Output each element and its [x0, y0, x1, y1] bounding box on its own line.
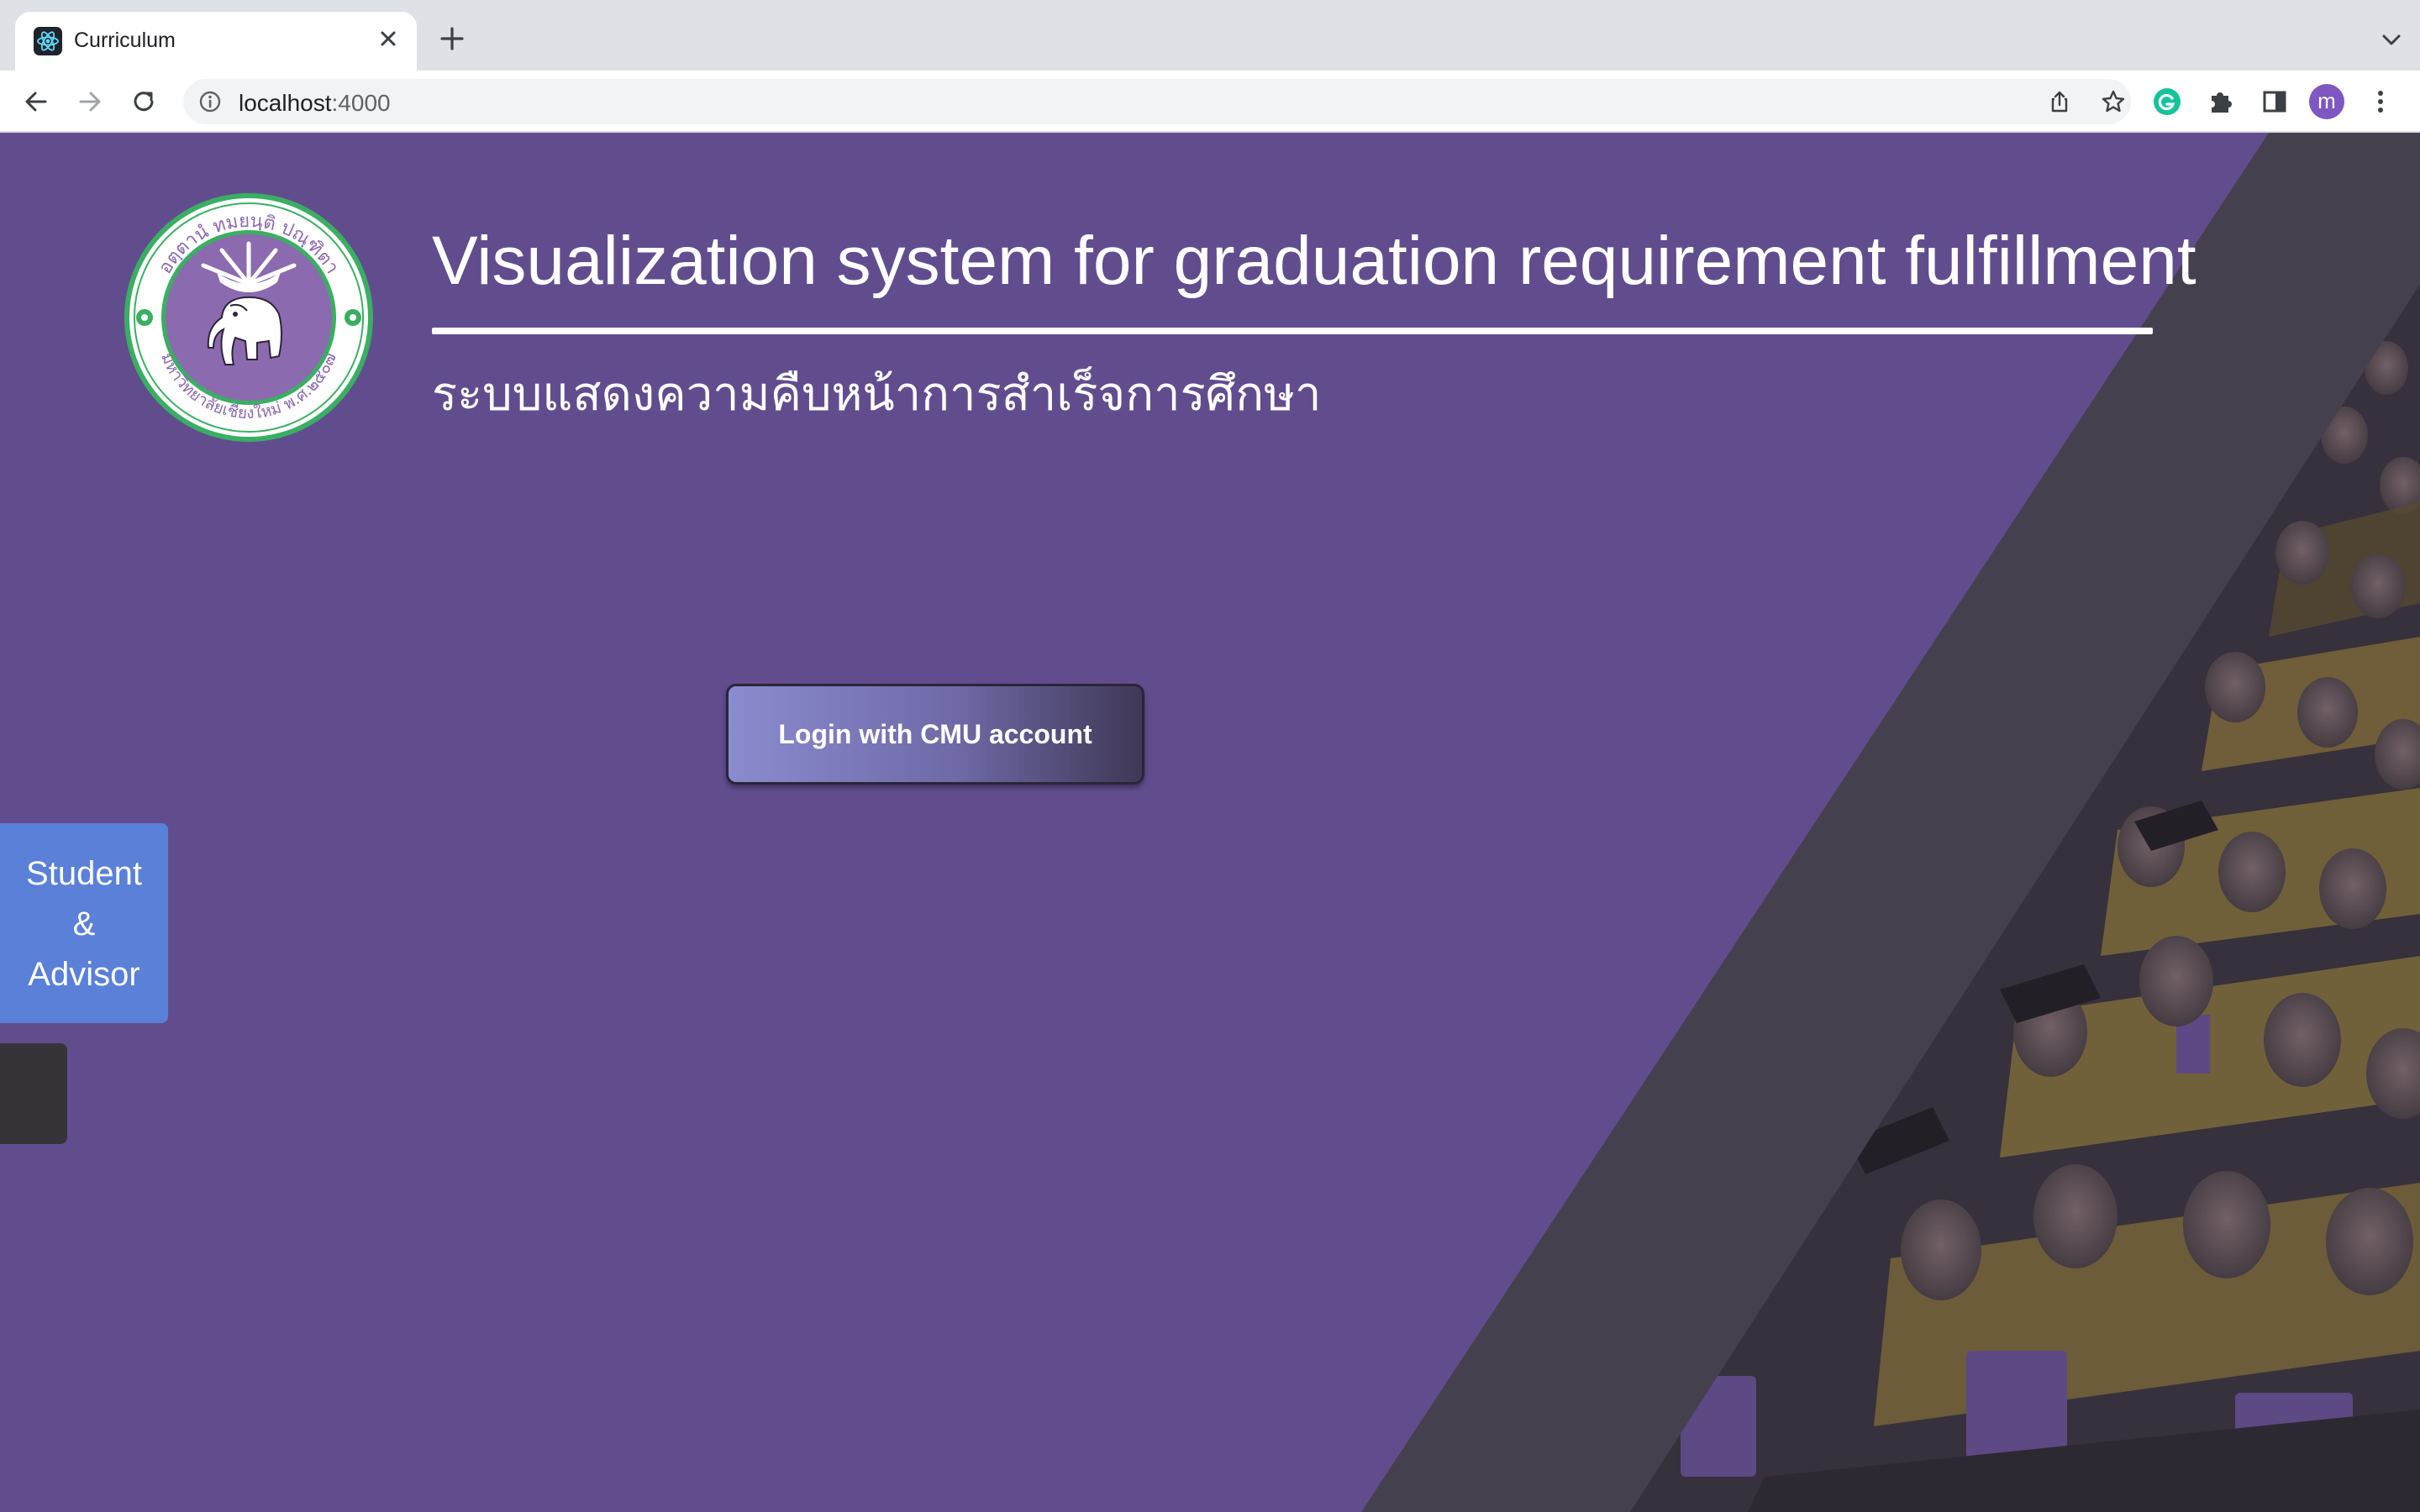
kebab-menu-icon[interactable] [2363, 84, 2398, 119]
grammarly-icon[interactable] [2149, 84, 2185, 119]
secondary-role-tab[interactable] [0, 1043, 67, 1144]
new-tab-plus-icon[interactable] [435, 22, 469, 55]
side-panel-icon[interactable] [2257, 84, 2292, 119]
title-divider [432, 328, 2153, 334]
forward-icon[interactable] [71, 82, 109, 121]
browser-tab-strip: Curriculum [0, 0, 2420, 71]
student-advisor-role-tab[interactable]: Student & Advisor [0, 823, 168, 1023]
reload-icon[interactable] [124, 82, 163, 121]
react-favicon-icon [34, 27, 62, 55]
url-text[interactable]: localhost:4000 [239, 90, 391, 117]
cmu-seal-logo: อตฺตานํ ทมยนฺติ ปณฺฑิตา มหาวิทยาลัยเชียง… [124, 193, 373, 442]
close-tab-icon[interactable] [371, 22, 405, 55]
site-info-icon[interactable] [198, 90, 222, 113]
role-tab-line-1: Student [26, 855, 142, 892]
browser-toolbar: localhost:4000 [0, 71, 2420, 133]
tab-title: Curriculum [74, 29, 176, 52]
login-page: อตฺตานํ ทมยนฺติ ปณฺฑิตา มหาวิทยาลัยเชียง… [0, 133, 2420, 1512]
puzzle-extensions-icon[interactable] [2203, 84, 2238, 119]
role-tab-line-3: Advisor [28, 956, 140, 993]
role-tab-line-2: & [72, 906, 96, 942]
address-bar[interactable]: localhost:4000 [183, 79, 2131, 124]
url-host: localhost [239, 90, 332, 116]
star-bookmark-icon[interactable] [2101, 89, 2126, 114]
page-subtitle-thai: ระบบแสดงความคืบหน้าการสำเร็จการศึกษา [432, 367, 1322, 420]
back-icon[interactable] [17, 82, 55, 121]
browser-tab[interactable]: Curriculum [15, 12, 417, 71]
profile-avatar[interactable]: m [2309, 84, 2344, 119]
login-with-cmu-button[interactable]: Login with CMU account [726, 684, 1144, 785]
url-port: :4000 [331, 90, 391, 116]
share-icon[interactable] [2047, 89, 2072, 114]
page-title: Visualization system for graduation requ… [432, 223, 2196, 299]
tab-search-chevron-down-icon[interactable] [2378, 27, 2405, 54]
